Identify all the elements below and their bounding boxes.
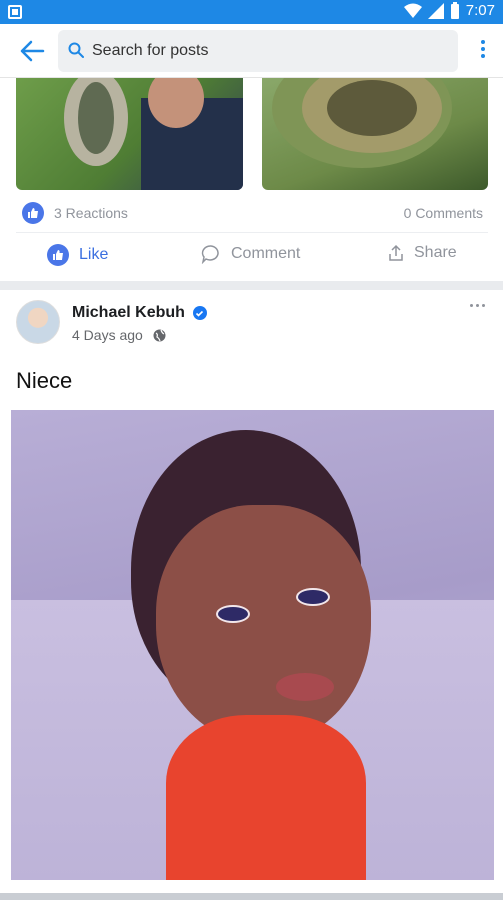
share-button[interactable]: Share: [388, 244, 457, 262]
reactions-count: 3 Reactions: [54, 205, 128, 221]
signal-icon: [427, 2, 444, 19]
like-icon: [22, 202, 44, 224]
search-icon: [68, 42, 84, 58]
author-row[interactable]: Michael Kebuh: [72, 304, 207, 322]
globe-icon: [153, 329, 166, 341]
author-name[interactable]: Michael Kebuh: [72, 304, 185, 322]
status-time: 7:07: [465, 2, 495, 19]
bottom-edge: [0, 893, 503, 900]
battery-icon: [450, 2, 459, 19]
photo-face: [156, 505, 371, 745]
previous-post-card: 3 Reactions 0 Comments Like Comment Shar…: [0, 78, 503, 281]
share-label: Share: [414, 244, 457, 261]
post-image-right[interactable]: [262, 78, 488, 190]
photo-shirt: [166, 715, 366, 880]
app-notification-icon: [8, 5, 22, 19]
like-label: Like: [79, 246, 109, 263]
search-input[interactable]: [92, 38, 442, 64]
photo-right-eye: [296, 588, 330, 606]
post-options-icon[interactable]: [470, 304, 485, 307]
wifi-icon: [403, 3, 422, 18]
post-image-left[interactable]: [16, 78, 243, 190]
back-arrow-icon[interactable]: [18, 38, 46, 64]
more-vert-icon[interactable]: [479, 40, 487, 62]
post-text: Niece: [16, 368, 73, 393]
reactions-summary[interactable]: 3 Reactions: [22, 202, 128, 224]
like-button[interactable]: Like: [47, 244, 108, 266]
share-icon: [389, 244, 403, 261]
avatar[interactable]: [16, 300, 60, 344]
search-bar[interactable]: [58, 30, 458, 72]
post-meta: 4 Days ago: [72, 327, 166, 343]
comment-icon: [201, 245, 219, 264]
comment-button[interactable]: Comment: [201, 244, 300, 264]
top-toolbar: [0, 24, 503, 78]
post-photo[interactable]: [11, 410, 494, 880]
divider: [16, 232, 488, 233]
status-right: 7:07: [403, 2, 495, 19]
status-bar: 7:07: [0, 0, 503, 24]
post-actions: Like Comment Share: [0, 244, 503, 274]
photo-left-eye: [216, 605, 250, 623]
post-time: 4 Days ago: [72, 327, 143, 343]
photo-lips: [276, 673, 334, 701]
comment-label: Comment: [231, 245, 301, 262]
comments-count[interactable]: 0 Comments: [404, 205, 483, 221]
post-card: Michael Kebuh 4 Days ago Niece: [0, 290, 503, 900]
like-icon: [47, 244, 69, 266]
verified-icon: [192, 306, 207, 320]
